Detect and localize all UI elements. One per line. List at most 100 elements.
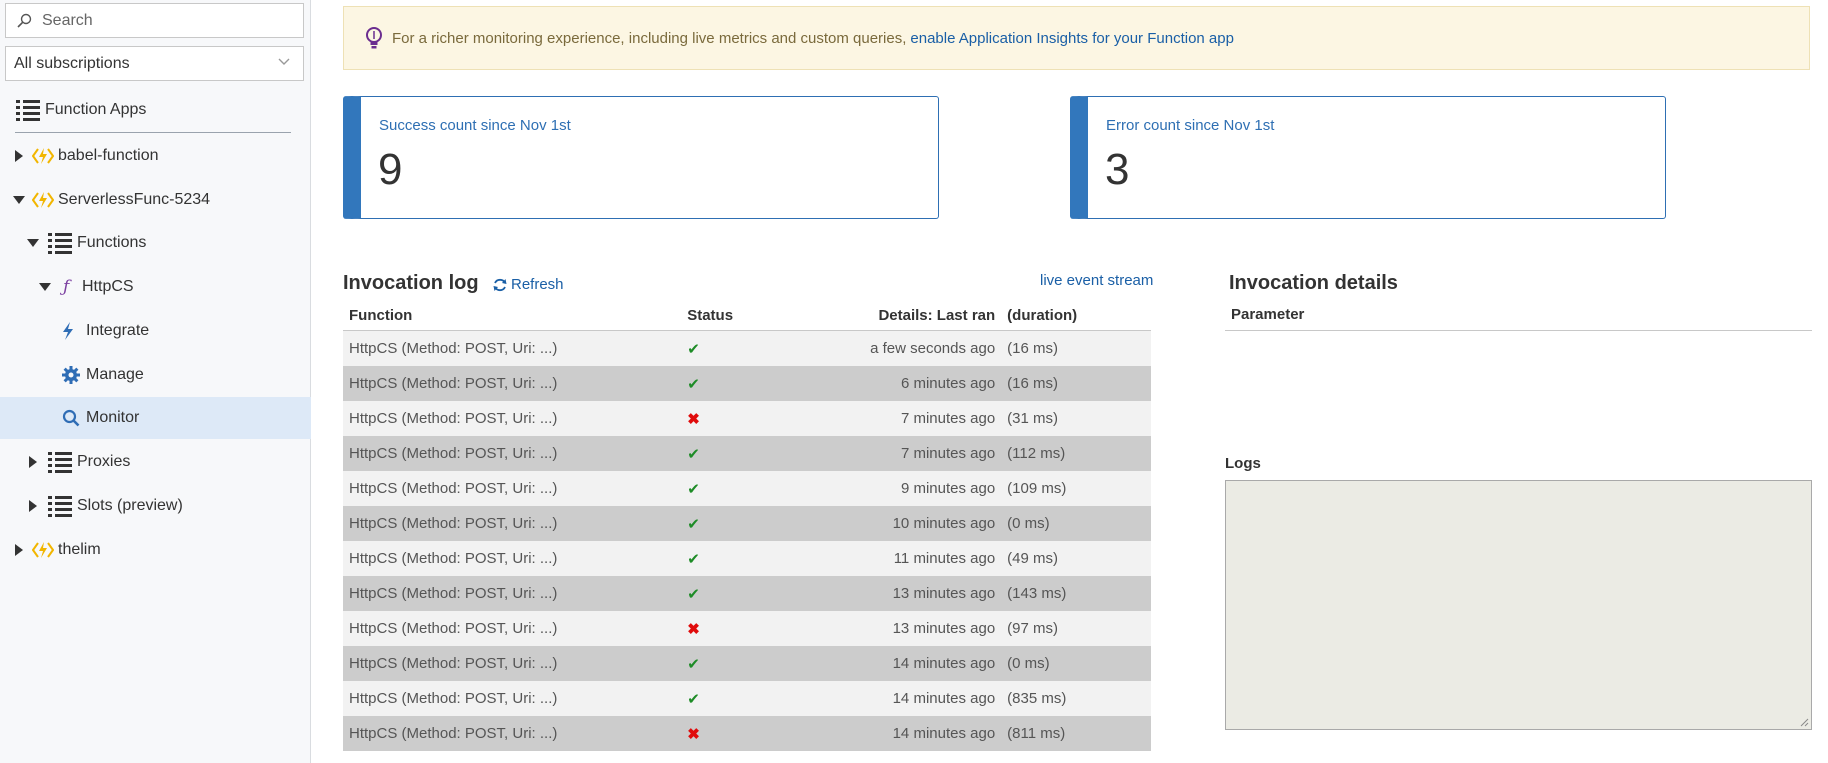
logs-label: Logs [1225,455,1261,472]
tree-item-thelim[interactable]: thelim [0,529,311,571]
duration-cell: (811 ms) [1001,716,1151,751]
logs-textarea[interactable] [1225,480,1812,730]
table-row[interactable]: HttpCS (Method: POST, Uri: ...) ✔ 6 minute… [343,366,1151,401]
table-row[interactable]: HttpCS (Method: POST, Uri: ...) ✖ 13 minut… [343,611,1151,646]
tree-item-serverlessfunc[interactable]: ServerlessFunc-5234 [0,179,311,221]
last-ran-cell: 14 minutes ago [830,716,1002,751]
table-row[interactable]: HttpCS (Method: POST, Uri: ...) ✖ 14 minut… [343,716,1151,751]
caret-right-icon[interactable] [15,150,23,162]
col-function-header: Function [343,300,682,331]
function-cell: HttpCS (Method: POST, Uri: ...) [343,646,682,681]
search-input[interactable] [40,10,284,31]
table-row[interactable]: HttpCS (Method: POST, Uri: ...) ✖ 7 minute… [343,401,1151,436]
function-cell: HttpCS (Method: POST, Uri: ...) [343,506,682,541]
table-row[interactable]: HttpCS (Method: POST, Uri: ...) ✔ 14 minut… [343,646,1151,681]
function-cell: HttpCS (Method: POST, Uri: ...) [343,576,682,611]
table-row[interactable]: HttpCS (Method: POST, Uri: ...) ✔ 13 minut… [343,576,1151,611]
success-check-icon: ✔ [687,445,700,463]
function-cell: HttpCS (Method: POST, Uri: ...) [343,330,682,366]
enable-app-insights-link[interactable]: enable Application Insights for your Fun… [910,30,1234,47]
function-icon: ƒ [63,277,70,297]
invocation-details-title: Invocation details [1229,272,1398,294]
caret-right-icon[interactable] [29,456,37,468]
duration-cell: (143 ms) [1001,576,1151,611]
success-count-value: 9 [378,145,403,194]
success-check-icon: ✔ [687,375,700,393]
search-box[interactable] [5,3,304,38]
tree-item-proxies[interactable]: Proxies [0,441,311,483]
status-cell: ✔ [681,681,831,716]
status-cell: ✔ [681,541,831,576]
last-ran-cell: 13 minutes ago [830,611,1002,646]
duration-cell: (49 ms) [1001,541,1151,576]
error-x-icon: ✖ [687,620,700,638]
table-row[interactable]: HttpCS (Method: POST, Uri: ...) ✔ 11 minut… [343,541,1151,576]
caret-right-icon[interactable] [29,500,37,512]
success-check-icon: ✔ [687,340,700,358]
resize-grip-icon[interactable] [1799,717,1809,727]
list-icon [48,496,72,517]
function-app-icon [32,148,54,164]
table-row[interactable]: HttpCS (Method: POST, Uri: ...) ✔ 7 minute… [343,436,1151,471]
tree-label: thelim [58,541,101,558]
function-app-icon [32,542,54,558]
subscription-value: All subscriptions [14,54,130,72]
subscription-dropdown[interactable]: All subscriptions [5,46,304,81]
tree-item-functions[interactable]: Functions [0,222,311,264]
tree-item-integrate[interactable]: Integrate [0,310,311,352]
search-icon [17,13,32,28]
function-cell: HttpCS (Method: POST, Uri: ...) [343,436,682,471]
function-app-icon [32,192,54,208]
tree-item-httpcs[interactable]: ƒ HttpCS [0,266,311,308]
tree-label: babel-function [58,147,159,164]
status-cell: ✔ [681,436,831,471]
caret-right-icon[interactable] [15,544,23,556]
table-row[interactable]: HttpCS (Method: POST, Uri: ...) ✔ a few se… [343,330,1151,366]
main-content: For a richer monitoring experience, incl… [311,0,1828,763]
invocation-log-title: Invocation log [343,272,479,294]
tree-label: Functions [77,234,147,251]
success-check-icon: ✔ [687,585,700,603]
status-cell: ✖ [681,401,831,436]
success-check-icon: ✔ [687,550,700,568]
sidebar: All subscriptions Function Apps babel-fu… [0,0,311,763]
last-ran-cell: 11 minutes ago [830,541,1002,576]
duration-cell: (109 ms) [1001,471,1151,506]
success-check-icon: ✔ [687,480,700,498]
tree-item-manage[interactable]: Manage [0,354,311,396]
duration-cell: (835 ms) [1001,681,1151,716]
duration-cell: (31 ms) [1001,401,1151,436]
duration-cell: (97 ms) [1001,611,1151,646]
table-row[interactable]: HttpCS (Method: POST, Uri: ...) ✔ 14 minut… [343,681,1151,716]
refresh-label: Refresh [511,276,564,293]
table-row[interactable]: HttpCS (Method: POST, Uri: ...) ✔ 9 minute… [343,471,1151,506]
status-cell: ✔ [681,330,831,366]
tree-label: Monitor [86,409,140,426]
tree-item-monitor[interactable]: Monitor [0,397,311,439]
tree-item-function-apps[interactable]: Function Apps [0,89,311,131]
error-count-title: Error count since Nov 1st [1106,117,1275,134]
success-check-icon: ✔ [687,690,700,708]
live-event-stream-link[interactable]: live event stream [1040,272,1153,289]
caret-down-icon[interactable] [39,283,51,291]
col-last-ran-header: Details: Last ran [830,300,1002,331]
caret-down-icon[interactable] [27,239,39,247]
duration-cell: (16 ms) [1001,366,1151,401]
function-cell: HttpCS (Method: POST, Uri: ...) [343,541,682,576]
tree-label: Slots (preview) [77,497,183,514]
status-cell: ✔ [681,576,831,611]
caret-down-icon[interactable] [13,196,25,204]
last-ran-cell: 14 minutes ago [830,646,1002,681]
status-cell: ✔ [681,506,831,541]
tree-item-babel-function[interactable]: babel-function [0,135,311,177]
error-x-icon: ✖ [687,410,700,428]
tree-label: Proxies [77,453,131,470]
function-cell: HttpCS (Method: POST, Uri: ...) [343,611,682,646]
error-count-value: 3 [1105,145,1130,194]
refresh-button[interactable]: Refresh [493,276,564,293]
banner-text: For a richer monitoring experience, incl… [392,29,907,47]
tree-item-slots[interactable]: Slots (preview) [0,485,311,527]
tree-label: HttpCS [82,278,134,295]
function-cell: HttpCS (Method: POST, Uri: ...) [343,471,682,506]
table-row[interactable]: HttpCS (Method: POST, Uri: ...) ✔ 10 minut… [343,506,1151,541]
